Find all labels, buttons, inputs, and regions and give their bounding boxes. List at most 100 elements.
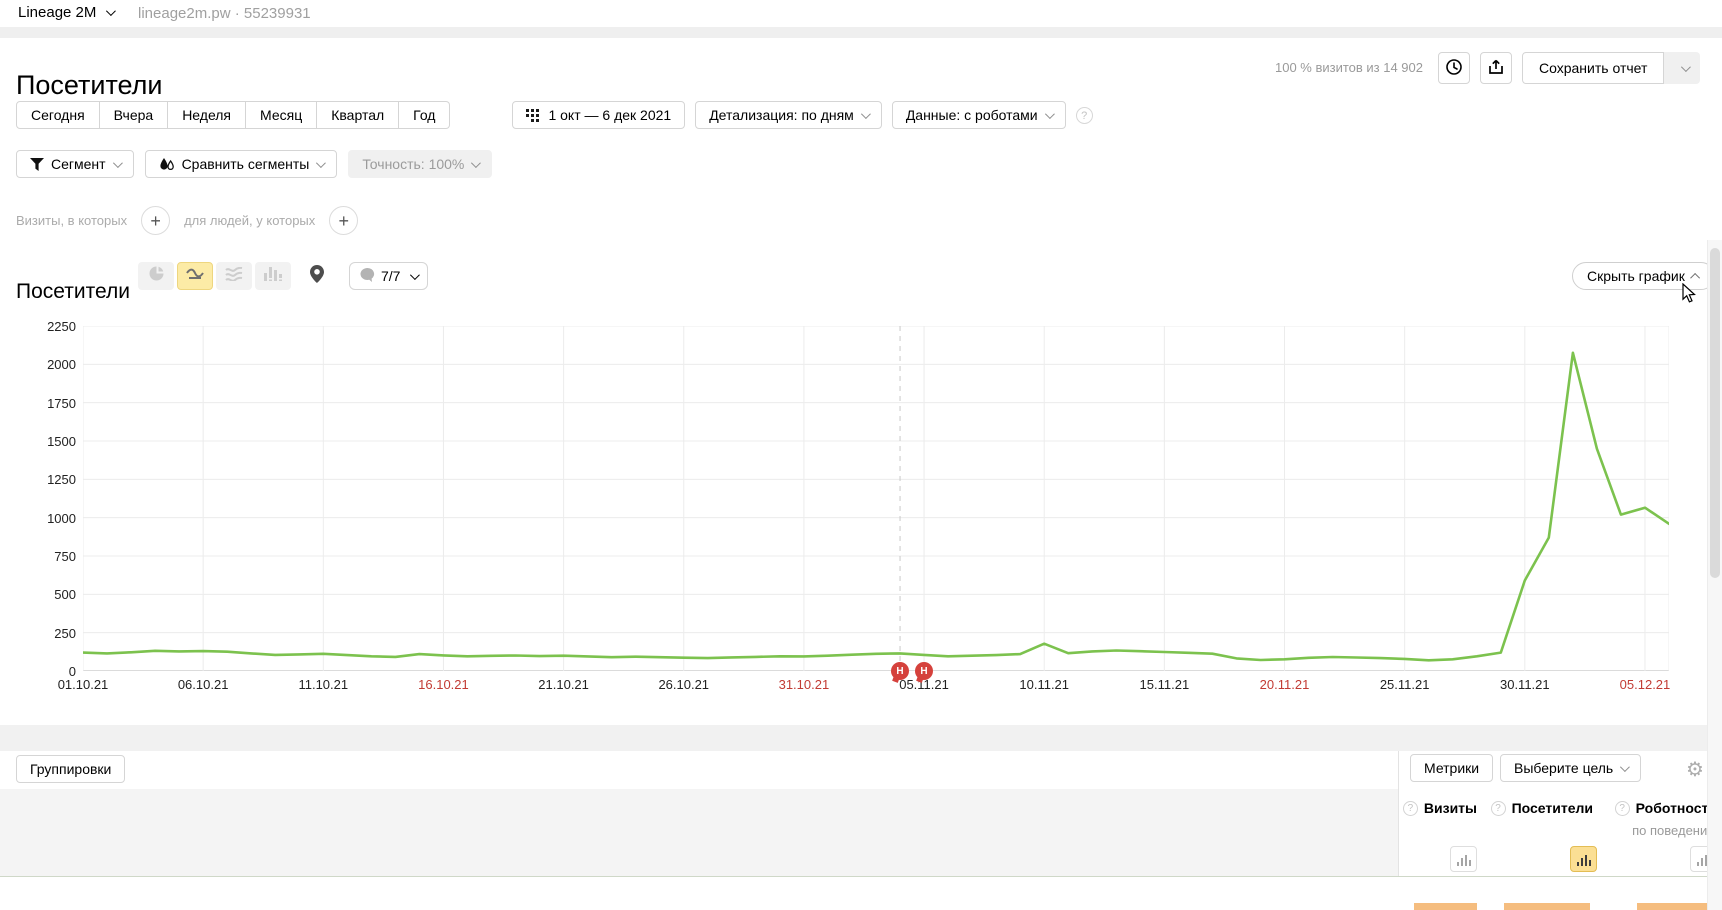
metric-header-robotness: ? Роботность xyxy=(1614,800,1717,816)
chevron-up-icon xyxy=(1689,272,1700,283)
funnel-icon xyxy=(30,157,44,171)
help-icon[interactable]: ? xyxy=(1075,107,1093,124)
pie-chart-type-button[interactable] xyxy=(138,262,174,290)
x-axis-label: 01.10.21 xyxy=(57,677,109,692)
date-range-button[interactable]: 1 окт — 6 дек 2021 xyxy=(512,101,686,129)
detailing-dropdown[interactable]: Детализация: по дням xyxy=(695,101,882,129)
accuracy-dropdown[interactable]: Точность: 100% xyxy=(348,150,493,178)
separator-dot: · xyxy=(234,5,240,22)
area-chart-type-button[interactable] xyxy=(216,262,252,290)
accuracy-label: Точность: 100% xyxy=(362,156,465,172)
topbar: Lineage 2M lineage2m.pw · 55239931 xyxy=(0,0,1722,27)
bar-chart-icon xyxy=(264,266,282,286)
data-mode-label: Данные: с роботами xyxy=(905,107,1038,123)
visitors-bars-toggle[interactable] xyxy=(1570,846,1597,872)
chart-canvas xyxy=(81,325,1671,672)
tab-yesterday[interactable]: Вчера xyxy=(99,101,169,129)
x-axis-label: 15.11.21 xyxy=(1139,677,1190,692)
speech-bubble-icon xyxy=(360,267,375,285)
add-visit-filter-button[interactable]: + xyxy=(141,206,171,235)
help-icon[interactable]: ? xyxy=(1490,800,1506,816)
drops-icon xyxy=(159,157,175,172)
metric-name: Роботность xyxy=(1635,800,1717,816)
save-report-split-button: Сохранить отчет xyxy=(1522,52,1701,84)
metric-name: Посетители xyxy=(1511,800,1593,816)
visits-bars-toggle[interactable] xyxy=(1450,846,1477,872)
chevron-down-icon xyxy=(106,6,117,17)
help-icon[interactable]: ? xyxy=(1614,800,1630,816)
choose-goal-dropdown[interactable]: Выберите цель xyxy=(1500,754,1642,782)
schedule-button[interactable] xyxy=(1438,52,1470,84)
visitors-line-chart[interactable] xyxy=(81,325,1671,672)
chevron-down-icon xyxy=(316,157,327,168)
visits-filter-label: Визиты, в которых xyxy=(16,213,128,228)
topbar-divider xyxy=(0,27,1722,38)
hide-chart-label: Скрыть график xyxy=(1587,268,1685,284)
detailing-label: Детализация: по дням xyxy=(709,107,854,123)
date-range-label: 1 окт — 6 дек 2021 xyxy=(548,107,672,123)
data-mode-dropdown[interactable]: Данные: с роботами xyxy=(891,101,1066,129)
y-axis-label: 750 xyxy=(54,549,76,564)
period-row: Сегодня Вчера Неделя Месяц Квартал Год 1… xyxy=(16,101,1093,129)
y-axis-label: 1000 xyxy=(47,510,76,526)
yandex-metrica-page: Lineage 2M lineage2m.pw · 55239931 Посет… xyxy=(0,0,1722,910)
help-icon[interactable]: ? xyxy=(1402,800,1418,816)
chevron-down-icon xyxy=(1680,61,1691,72)
period-tabs: Сегодня Вчера Неделя Месяц Квартал Год xyxy=(16,101,451,129)
chevron-down-icon xyxy=(471,157,482,168)
holiday-annotation-marker[interactable]: Н xyxy=(891,662,910,680)
metrics-button[interactable]: Метрики xyxy=(1410,754,1494,782)
page-title: Посетители xyxy=(16,70,163,101)
segment-row: Сегмент Сравнить сегменты Точность: 100% xyxy=(16,150,493,179)
filter-builder-row: Визиты, в которых + для людей, у которых… xyxy=(16,206,359,235)
x-axis-label: 10.11.21 xyxy=(1019,677,1070,692)
y-axis-label: 1500 xyxy=(47,434,76,449)
groupings-button[interactable]: Группировки xyxy=(16,755,126,783)
add-people-filter-button[interactable]: + xyxy=(329,206,359,235)
hide-chart-button[interactable]: Скрыть график xyxy=(1572,262,1715,290)
segment-dropdown[interactable]: Сегмент xyxy=(16,150,134,178)
y-axis-label: 250 xyxy=(54,625,76,641)
tab-week[interactable]: Неделя xyxy=(168,101,247,129)
bar-chart-type-button[interactable] xyxy=(255,262,291,290)
x-axis-label: 31.10.21 xyxy=(778,677,830,692)
save-report-button[interactable]: Сохранить отчет xyxy=(1522,52,1665,84)
export-button[interactable] xyxy=(1480,52,1512,84)
save-report-menu-button[interactable] xyxy=(1664,52,1701,84)
metric-header-visitors: ? Посетители xyxy=(1490,800,1593,816)
metric-header-visits: ? Визиты xyxy=(1402,800,1477,816)
sampling-note: 100 % визитов из 14 902 xyxy=(1274,60,1423,75)
chevron-down-icon xyxy=(860,108,871,119)
section-divider-band xyxy=(0,725,1722,751)
gear-icon[interactable]: ⚙ xyxy=(1686,757,1704,782)
dimensions-panel xyxy=(0,789,1398,876)
y-axis-label: 1750 xyxy=(47,395,76,411)
compare-segments-dropdown[interactable]: Сравнить сегменты xyxy=(144,150,338,178)
counter-name: Lineage 2M xyxy=(18,4,97,21)
tab-today[interactable]: Сегодня xyxy=(16,101,100,129)
scrollbar-thumb[interactable] xyxy=(1710,248,1720,578)
chevron-down-icon xyxy=(1044,108,1055,119)
chevron-down-icon xyxy=(112,157,123,168)
people-filter-label: для людей, у которых xyxy=(184,213,316,228)
page-scrollbar[interactable] xyxy=(1707,240,1722,910)
x-axis-label: 26.10.21 xyxy=(658,677,710,692)
x-axis-label: 25.11.21 xyxy=(1379,677,1430,692)
comments-dropdown[interactable]: 7/7 xyxy=(349,262,429,290)
holiday-annotation-marker[interactable]: Н xyxy=(915,662,934,680)
map-view-button[interactable] xyxy=(302,262,332,290)
chart-title: Посетители xyxy=(16,280,130,304)
tab-quarter[interactable]: Квартал xyxy=(317,101,400,129)
counter-switcher[interactable]: Lineage 2M xyxy=(18,4,117,21)
chevron-down-icon xyxy=(410,269,421,280)
counter-domain: lineage2m.pw · 55239931 xyxy=(138,5,311,22)
domain-text: lineage2m.pw xyxy=(138,5,231,22)
tab-month[interactable]: Месяц xyxy=(246,101,318,129)
compare-segments-label: Сравнить сегменты xyxy=(181,156,310,172)
x-axis-label: 05.12.21 xyxy=(1619,677,1671,692)
x-axis-label: 21.10.21 xyxy=(538,677,589,692)
tab-year[interactable]: Год xyxy=(399,101,451,129)
line-chart-type-button[interactable] xyxy=(177,262,213,290)
chart-type-switcher: 7/7 xyxy=(138,262,429,290)
